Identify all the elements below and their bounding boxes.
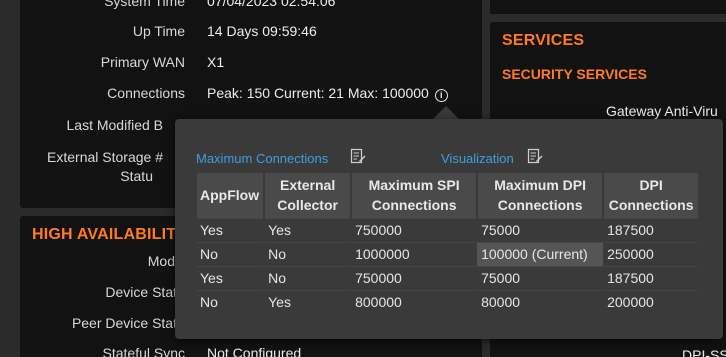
table-cell: Yes xyxy=(197,265,265,290)
table-cell: Yes xyxy=(264,289,352,314)
mode-label: Mod xyxy=(147,253,175,269)
dpi-ssl-item[interactable]: DPI-SS xyxy=(682,347,726,357)
table-cell: 1000000 xyxy=(351,241,478,266)
table-cell: 250000 xyxy=(603,241,700,266)
up-time-label: Up Time xyxy=(132,23,185,39)
system-time-value: 07/04/2023 02:54:06 xyxy=(207,0,336,9)
table-cell: Yes xyxy=(264,217,352,242)
table-cell: 750000 xyxy=(351,265,478,290)
high-availability-title: HIGH AVAILABILITY xyxy=(32,226,188,243)
table-cell: 200000 xyxy=(603,289,700,314)
header-appflow: AppFlow xyxy=(197,173,266,218)
table-cell: No xyxy=(197,241,265,266)
stateful-sync-label: Stateful Sync xyxy=(102,345,186,357)
primary-wan-label: Primary WAN xyxy=(100,54,185,70)
table-row: No Yes 800000 80000 200000 xyxy=(197,289,700,314)
connections-table: AppFlow External Collector Maximum SPI C… xyxy=(197,173,701,314)
table-cell: No xyxy=(264,241,352,266)
table-cell: 80000 xyxy=(477,289,604,314)
table-cell: 75000 xyxy=(477,217,604,242)
connections-value-row: Peak: 150 Current: 21 Max: 100000 i xyxy=(207,85,448,102)
header-external-collector: External Collector xyxy=(264,173,353,218)
connections-value: Peak: 150 Current: 21 Max: 100000 xyxy=(207,85,429,101)
visualization-link[interactable]: Visualization xyxy=(441,151,514,166)
info-icon[interactable]: i xyxy=(434,89,448,102)
stateful-sync-value: Not Configured xyxy=(207,345,302,357)
services-title: SERVICES xyxy=(502,32,585,49)
up-time-value: 14 Days 09:59:46 xyxy=(207,23,317,39)
table-row: No No 1000000 100000 (Current) 250000 xyxy=(197,241,700,266)
table-cell: Yes xyxy=(197,217,265,242)
visualization-edit-icon[interactable] xyxy=(527,148,543,164)
table-cell: 800000 xyxy=(351,289,478,314)
table-row: Yes Yes 750000 75000 187500 xyxy=(197,217,700,242)
table-cell: No xyxy=(197,289,265,314)
status-label: Statu xyxy=(120,168,153,184)
table-cell: 750000 xyxy=(351,217,478,242)
popover-arrow xyxy=(432,106,460,120)
table-row: Yes No 750000 75000 187500 xyxy=(197,265,700,290)
table-cell: 75000 xyxy=(477,265,604,290)
header-dpi-connections: DPI Connections xyxy=(603,173,701,218)
current-limit-cell: 100000 (Current) xyxy=(477,241,604,266)
last-modified-label: Last Modified B xyxy=(66,117,164,133)
table-cell: No xyxy=(264,265,352,290)
table-header-row: AppFlow External Collector Maximum SPI C… xyxy=(197,173,701,218)
primary-wan-value: X1 xyxy=(207,54,225,70)
security-services-subtitle: SECURITY SERVICES xyxy=(502,66,647,82)
external-storage-label: External Storage # xyxy=(47,149,163,165)
header-maximum-spi-connections: Maximum SPI Connections xyxy=(351,173,479,218)
system-time-label: System Time xyxy=(104,0,185,9)
header-maximum-dpi-connections: Maximum DPI Connections xyxy=(477,173,605,218)
connections-label: Connections xyxy=(107,85,185,101)
table-cell: 187500 xyxy=(603,265,700,290)
maximum-connections-edit-icon[interactable] xyxy=(350,148,366,164)
table-cell: 187500 xyxy=(603,217,700,242)
device-state-label: Device Stat xyxy=(105,284,177,300)
maximum-connections-link[interactable]: Maximum Connections xyxy=(196,151,328,166)
top-right-panel-edge xyxy=(490,0,726,14)
gateway-anti-virus-item[interactable]: Gateway Anti-Viru xyxy=(606,103,718,119)
peer-device-state-label: Peer Device Stat xyxy=(71,315,177,331)
